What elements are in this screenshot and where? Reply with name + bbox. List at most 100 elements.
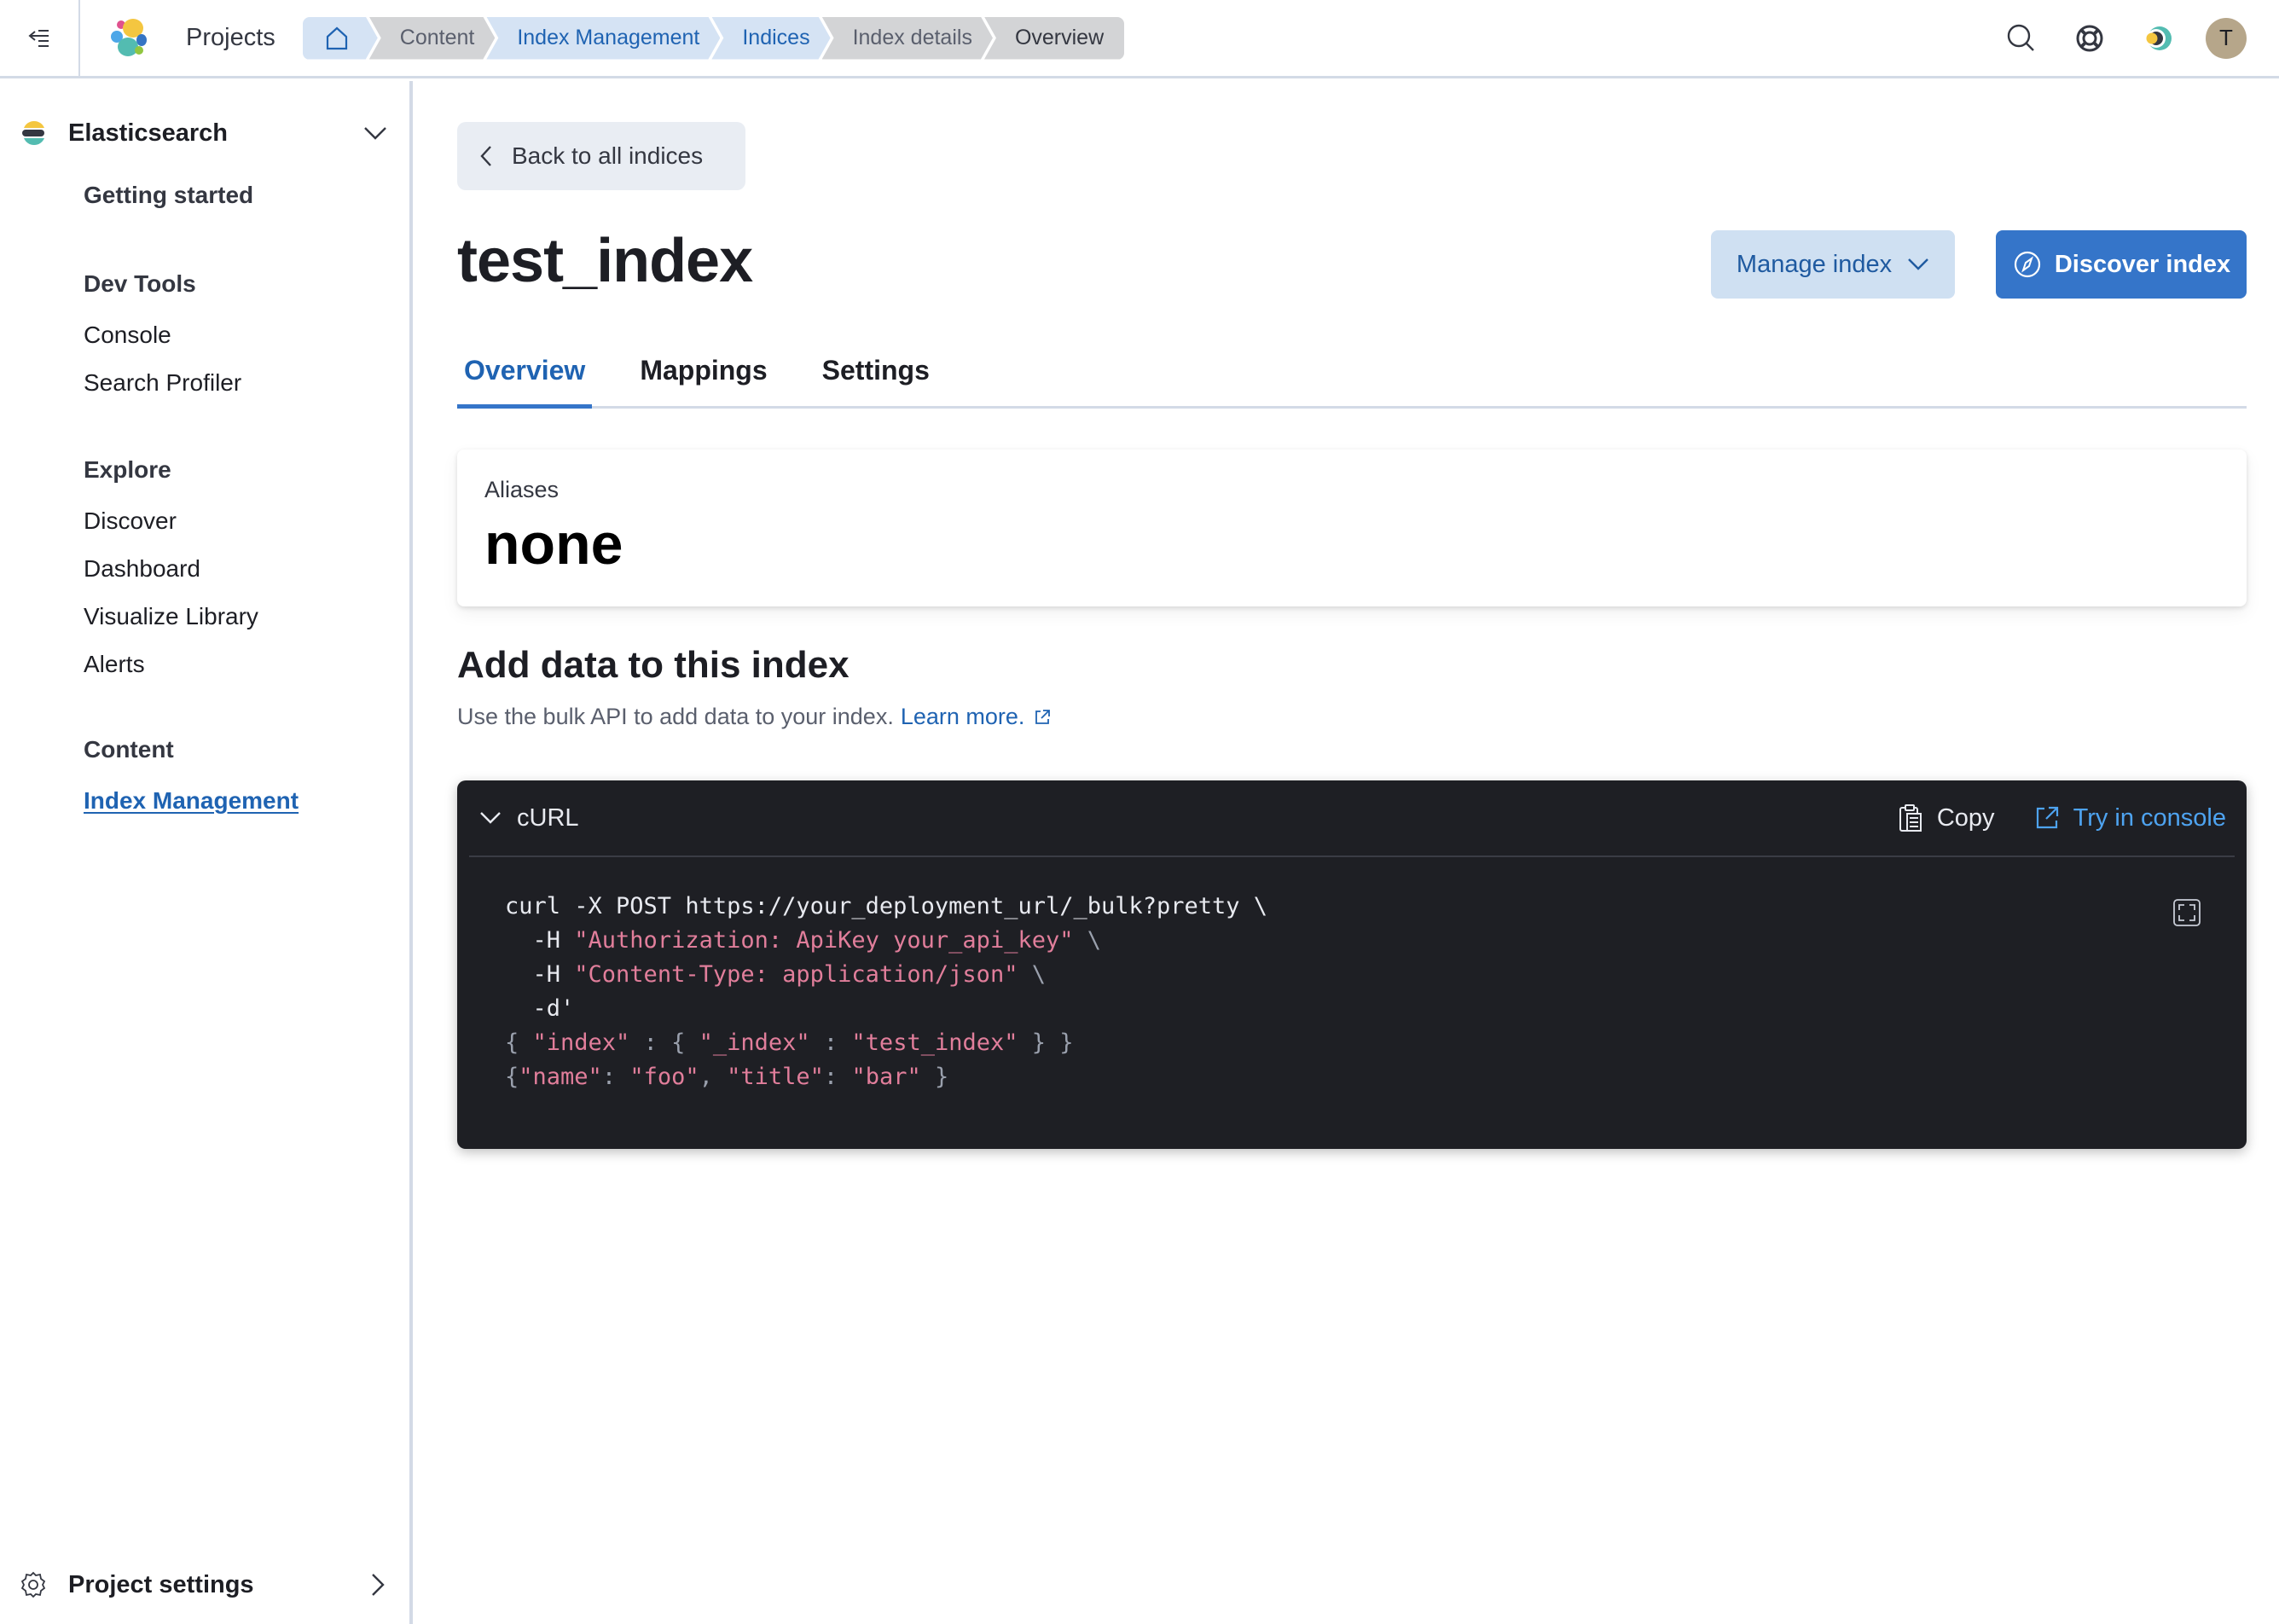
tab-mappings[interactable]: Mappings bbox=[633, 334, 774, 406]
compass-icon bbox=[2014, 251, 2040, 278]
project-settings-label: Project settings bbox=[68, 1570, 254, 1598]
code-string: "test_index" bbox=[851, 1030, 1018, 1056]
solution-switcher[interactable]: Elasticsearch bbox=[20, 112, 387, 154]
collapse-nav-button[interactable] bbox=[0, 0, 80, 78]
code-token: -H bbox=[505, 961, 575, 988]
code-panel-header: cURL Copy Try in console bbox=[469, 780, 2235, 857]
home-icon bbox=[325, 26, 349, 50]
sidebar-group-dev-tools: Dev Tools bbox=[84, 270, 196, 297]
code-block: curl -X POST https://your_deployment_url… bbox=[505, 890, 1267, 1094]
code-token: : bbox=[823, 1064, 852, 1090]
back-to-indices-button[interactable]: Back to all indices bbox=[457, 122, 745, 190]
chevron-down-icon bbox=[364, 127, 386, 140]
sidebar-group-explore: Explore bbox=[84, 456, 171, 483]
sidebar-item-getting-started[interactable]: Getting started bbox=[84, 182, 253, 209]
code-line-5: { "index" : { "_index" : "test_index" } … bbox=[505, 1030, 1074, 1056]
top-header: Projects Content Index Management Indice… bbox=[0, 0, 2279, 78]
main-content: Back to all indices test_index Manage in… bbox=[416, 81, 2279, 1624]
code-line-4: -d' bbox=[505, 995, 575, 1022]
breadcrumb-index-management[interactable]: Index Management bbox=[486, 17, 720, 60]
chevron-down-icon bbox=[1908, 258, 1928, 270]
add-data-heading: Add data to this index bbox=[457, 644, 850, 686]
code-string: "_index" bbox=[699, 1030, 810, 1056]
elastic-logo-icon[interactable] bbox=[109, 18, 150, 59]
add-data-description: Use the bulk API to add data to your ind… bbox=[457, 704, 1052, 730]
code-token: { bbox=[505, 1030, 533, 1056]
code-line-6: {"name": "foo", "title": "bar" } bbox=[505, 1064, 948, 1090]
discover-index-button[interactable]: Discover index bbox=[1996, 230, 2247, 299]
index-tabs: Overview Mappings Settings bbox=[457, 337, 2247, 409]
help-button[interactable] bbox=[2056, 13, 2124, 64]
add-data-description-text: Use the bulk API to add data to your ind… bbox=[457, 704, 894, 729]
code-panel: cURL Copy Try in console curl -X POST ht… bbox=[457, 780, 2247, 1149]
code-token: : { bbox=[629, 1030, 699, 1056]
avatar: T bbox=[2206, 17, 2247, 59]
copy-button[interactable]: Copy bbox=[1898, 803, 1995, 832]
manage-index-button[interactable]: Manage index bbox=[1711, 230, 1955, 299]
code-string: "index" bbox=[532, 1030, 630, 1056]
learn-more-link[interactable]: Learn more. bbox=[901, 704, 1053, 730]
code-line-3: -H "Content-Type: application/json" \ bbox=[505, 961, 1046, 988]
sidebar-item-alerts[interactable]: Alerts bbox=[84, 651, 145, 678]
back-button-label: Back to all indices bbox=[512, 142, 704, 169]
breadcrumb: Content Index Management Indices Index d… bbox=[303, 16, 1125, 60]
code-token: \ bbox=[1018, 961, 1046, 988]
breadcrumb-index-details[interactable]: Index details bbox=[822, 17, 993, 60]
language-label: cURL bbox=[517, 803, 579, 832]
search-button[interactable] bbox=[1987, 13, 2056, 64]
chevron-right-icon bbox=[372, 1574, 385, 1596]
external-link-icon bbox=[2036, 806, 2058, 829]
sidebar-item-dashboard[interactable]: Dashboard bbox=[84, 555, 200, 583]
sidebar-item-search-profiler[interactable]: Search Profiler bbox=[84, 369, 241, 397]
try-in-console-label: Try in console bbox=[2073, 803, 2226, 832]
code-token: } } bbox=[1018, 1030, 1074, 1056]
code-token: { bbox=[505, 1064, 519, 1090]
external-link-icon bbox=[1035, 709, 1051, 724]
curl-accordion-toggle[interactable]: cURL bbox=[479, 804, 579, 832]
code-line-1: curl -X POST https://your_deployment_url… bbox=[505, 893, 1268, 919]
menu-collapse-icon bbox=[28, 29, 49, 47]
code-token: \ bbox=[1073, 927, 1101, 954]
solution-label: Elasticsearch bbox=[68, 119, 229, 147]
elasticsearch-logo-icon bbox=[22, 121, 44, 145]
breadcrumb-content[interactable]: Content bbox=[369, 17, 496, 60]
search-icon bbox=[2007, 24, 2034, 51]
sidebar-item-visualize-library[interactable]: Visualize Library bbox=[84, 603, 258, 630]
clipboard-icon bbox=[1899, 804, 1922, 832]
try-in-console-button[interactable]: Try in console bbox=[2034, 804, 2226, 832]
sidebar-item-console[interactable]: Console bbox=[84, 322, 171, 349]
code-string: "Content-Type: application/json" bbox=[574, 961, 1018, 988]
ai-assistant-icon bbox=[2146, 26, 2172, 50]
code-string: "title" bbox=[727, 1064, 824, 1090]
tab-overview[interactable]: Overview bbox=[457, 334, 593, 409]
project-settings-button[interactable]: Project settings bbox=[19, 1563, 386, 1606]
learn-more-label: Learn more. bbox=[900, 704, 1025, 729]
header-actions: T bbox=[1987, 13, 2260, 64]
breadcrumb-overview: Overview bbox=[983, 16, 1125, 60]
copy-label: Copy bbox=[1936, 803, 1995, 832]
aliases-value: none bbox=[484, 512, 623, 577]
breadcrumb-home[interactable] bbox=[303, 17, 378, 60]
code-token: , bbox=[699, 1064, 728, 1090]
chevron-left-icon bbox=[480, 146, 491, 166]
code-token: : bbox=[601, 1064, 630, 1090]
user-menu-button[interactable]: T bbox=[2192, 13, 2260, 64]
chevron-down-icon bbox=[480, 812, 501, 824]
gear-icon bbox=[20, 1571, 46, 1598]
code-string: "bar" bbox=[851, 1064, 921, 1090]
tab-settings[interactable]: Settings bbox=[815, 334, 937, 406]
projects-link[interactable]: Projects bbox=[186, 24, 275, 52]
sidebar-item-discover[interactable]: Discover bbox=[84, 508, 177, 535]
page-title: test_index bbox=[457, 227, 753, 295]
code-token: -H bbox=[505, 927, 575, 954]
code-token: : bbox=[809, 1030, 852, 1056]
breadcrumb-indices[interactable]: Indices bbox=[711, 17, 830, 60]
fullscreen-icon bbox=[2173, 899, 2201, 926]
sidebar-group-content: Content bbox=[84, 736, 174, 763]
ai-assistant-button[interactable] bbox=[2124, 13, 2192, 64]
manage-index-label: Manage index bbox=[1736, 250, 1893, 278]
discover-index-label: Discover index bbox=[2054, 250, 2231, 278]
fullscreen-button[interactable] bbox=[2170, 896, 2204, 930]
sidebar-item-index-management[interactable]: Index Management bbox=[84, 787, 299, 815]
code-token: } bbox=[920, 1064, 949, 1090]
